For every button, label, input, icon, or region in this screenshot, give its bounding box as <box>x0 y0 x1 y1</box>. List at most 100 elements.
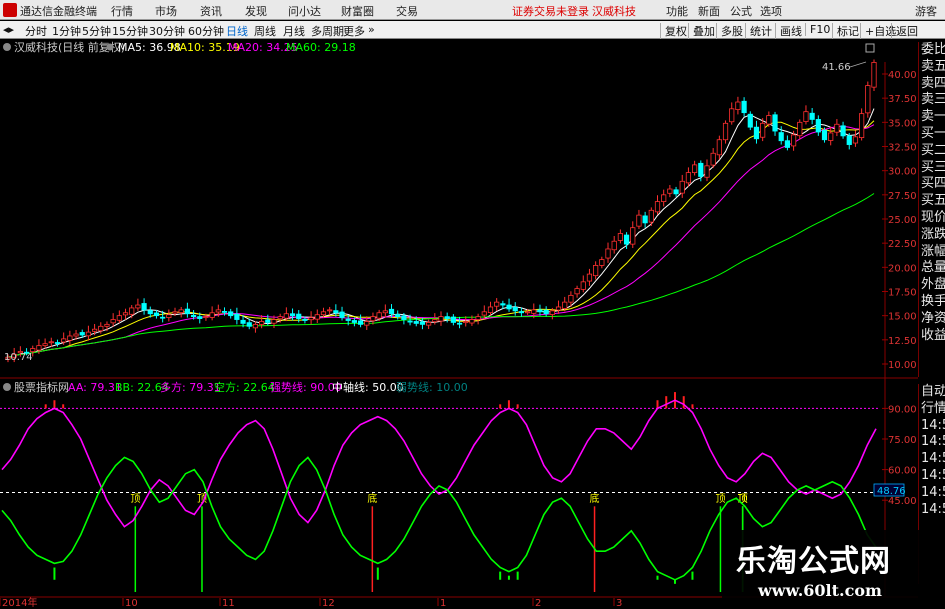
candle-body <box>246 322 252 327</box>
sidebar-ask4[interactable]: 卖四 <box>919 76 945 93</box>
candle-body <box>790 134 797 147</box>
period-intraday[interactable]: 分时 <box>25 23 47 39</box>
price-tick-label: 12.50 <box>888 336 917 347</box>
candle-body <box>401 315 407 320</box>
statistics-button[interactable]: 统计 <box>745 23 772 39</box>
candle-body <box>147 310 153 315</box>
candle-body <box>184 308 190 315</box>
menu-wealth-circle[interactable]: 财富圈 <box>341 3 374 19</box>
candle-body <box>259 321 265 325</box>
menu-ask-xiaoda[interactable]: 问小达 <box>288 3 321 19</box>
period-1min[interactable]: 1分钟 <box>52 23 81 39</box>
menu-function[interactable]: 功能 <box>666 3 688 19</box>
period-more[interactable]: 更多 <box>343 23 365 39</box>
candle-body <box>481 311 487 316</box>
candle-body <box>784 140 791 148</box>
menu-market[interactable]: 市场 <box>155 3 177 19</box>
candle-body <box>42 343 48 347</box>
candle-body <box>574 288 580 295</box>
candle-body <box>277 316 283 320</box>
nav-arrows-icon[interactable]: ◂▸ <box>3 23 14 36</box>
sidebar-change[interactable]: 涨跌 <box>919 227 945 244</box>
period-30min[interactable]: 30分钟 <box>149 23 185 39</box>
candle-body <box>605 248 611 259</box>
more-arrow-icon[interactable]: » <box>368 23 375 36</box>
candle-body <box>568 294 574 303</box>
login-status[interactable]: 证券交易未登录 <box>512 3 589 19</box>
aa-value: AA: 79.31 <box>68 381 122 394</box>
period-daily[interactable]: 日线 <box>226 23 248 39</box>
candle-body <box>456 322 463 325</box>
sidebar-bid1[interactable]: 买一 <box>919 126 945 143</box>
period-multi[interactable]: 多周期 <box>311 23 344 39</box>
sidebar-weibi[interactable]: 委比 <box>919 42 945 59</box>
candle-body <box>61 338 67 343</box>
candle-body <box>190 314 197 318</box>
sidebar-turnover[interactable]: 换手 <box>919 294 945 311</box>
auto-label[interactable]: 自动 <box>919 384 945 401</box>
back-button[interactable]: 返回 <box>891 23 918 39</box>
candle-body <box>729 108 735 123</box>
multi-stock-button[interactable]: 多股 <box>716 23 743 39</box>
period-monthly[interactable]: 月线 <box>283 23 305 39</box>
candle-body <box>673 189 679 195</box>
mark-button[interactable]: 标记 <box>832 23 859 39</box>
draw-line-button[interactable]: 画线 <box>775 23 802 39</box>
guest-user[interactable]: 游客 <box>915 3 937 19</box>
candle-body <box>141 303 147 311</box>
candle-body <box>215 309 221 313</box>
stock-chart[interactable]: 顶顶顶顶顶顶底底 40.0037.5035.0032.5030.0027.502… <box>0 40 945 609</box>
sidebar-bid5[interactable]: 买五 <box>919 193 945 210</box>
candle-body <box>357 320 364 325</box>
candle-body <box>760 122 766 138</box>
period-15min[interactable]: 15分钟 <box>112 23 148 39</box>
candle-body <box>438 316 444 322</box>
settings-dot-icon[interactable] <box>3 43 11 51</box>
f10-button[interactable]: F10 <box>805 23 830 36</box>
period-weekly[interactable]: 周线 <box>254 23 276 39</box>
sidebar-bid4[interactable]: 买四 <box>919 176 945 193</box>
sidebar-volume[interactable]: 总量 <box>919 260 945 277</box>
sidebar-earnings[interactable]: 收益 <box>919 328 945 345</box>
sidebar-bid2[interactable]: 买二 <box>919 143 945 160</box>
adjust-button[interactable]: 复权 <box>660 23 687 39</box>
bull-value: 多方: 79.31 <box>160 380 221 394</box>
sidebar-ask5[interactable]: 卖五 <box>919 59 945 76</box>
candle-body <box>450 316 456 323</box>
candle-body <box>265 319 271 323</box>
candle-body <box>252 323 259 329</box>
candle-body <box>636 214 642 227</box>
quote-label[interactable]: 行情 <box>919 401 945 418</box>
menu-formula[interactable]: 公式 <box>730 3 752 19</box>
candle-body <box>654 201 661 213</box>
overlay-button[interactable]: 叠加 <box>688 23 715 39</box>
menu-options[interactable]: 选项 <box>760 3 782 19</box>
sidebar-change-pct[interactable]: 涨幅 <box>919 244 945 261</box>
date-label: 1 <box>440 598 446 609</box>
sidebar-bid3[interactable]: 买三 <box>919 160 945 177</box>
menu-quotes[interactable]: 行情 <box>111 3 133 19</box>
candle-body <box>661 194 667 202</box>
menu-news[interactable]: 资讯 <box>200 3 222 19</box>
candle-body <box>419 321 426 325</box>
candle-body <box>630 227 636 245</box>
period-5min[interactable]: 5分钟 <box>82 23 111 39</box>
candle-body <box>432 319 438 323</box>
candle-body <box>221 311 228 313</box>
sidebar-ask1[interactable]: 卖一 <box>919 109 945 126</box>
menu-new-page[interactable]: 新面 <box>698 3 720 19</box>
candle-body <box>623 234 630 245</box>
ma-toggle-icon[interactable] <box>106 43 114 51</box>
candle-body <box>549 310 555 315</box>
sidebar-ask3[interactable]: 卖三 <box>919 92 945 109</box>
indicator-settings-icon[interactable] <box>3 383 11 391</box>
sidebar-price[interactable]: 现价 <box>919 210 945 227</box>
candle-body <box>364 321 370 326</box>
sidebar-outer[interactable]: 外盘 <box>919 277 945 294</box>
menu-trade[interactable]: 交易 <box>396 3 418 19</box>
candle-body <box>54 342 61 344</box>
period-60min[interactable]: 60分钟 <box>188 23 224 39</box>
sidebar-net-assets[interactable]: 净资 <box>919 311 945 328</box>
menu-discover[interactable]: 发现 <box>245 3 267 19</box>
price-tick-label: 40.00 <box>888 70 917 81</box>
